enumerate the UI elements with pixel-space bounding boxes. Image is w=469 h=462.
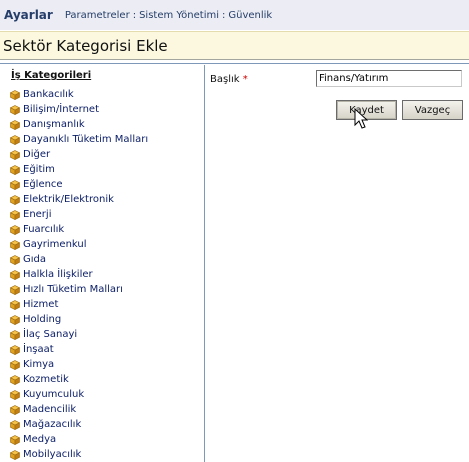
title-field-label: Başlık * (210, 74, 248, 85)
cube-icon (10, 164, 20, 175)
category-label: Mobilyacılık (23, 449, 82, 460)
cube-icon (10, 314, 20, 325)
cube-icon (10, 179, 20, 190)
category-label: Hizmet (23, 299, 59, 310)
category-panel: İş Kategorileri Bankacılık Bilişim/İntern… (0, 65, 205, 462)
form-panel: Başlık * Kaydet Vazgeç (205, 65, 469, 462)
page-title-bar: Sektör Kategorisi Ekle (0, 31, 469, 60)
category-item[interactable]: Gıda (10, 252, 148, 267)
category-item[interactable]: Kozmetik (10, 372, 148, 387)
cube-icon (10, 134, 20, 145)
mouse-pointer-icon (354, 108, 368, 129)
category-item[interactable]: İlaç Sanayi (10, 327, 148, 342)
category-label: Elektrik/Elektronik (23, 194, 114, 205)
category-item[interactable]: Mağazacılık (10, 417, 148, 432)
category-label: Bankacılık (23, 89, 74, 100)
category-label: Mağazacılık (23, 419, 82, 430)
cube-icon (10, 89, 20, 100)
category-item[interactable]: İnşaat (10, 342, 148, 357)
title-input[interactable] (316, 70, 462, 87)
category-item[interactable]: Holding (10, 312, 148, 327)
category-item[interactable]: Kimya (10, 357, 148, 372)
cube-icon (10, 284, 20, 295)
cube-icon (10, 389, 20, 400)
category-item[interactable]: Eğitim (10, 162, 148, 177)
cube-icon (10, 119, 20, 130)
page-title: Sektör Kategorisi Ekle (3, 36, 168, 55)
cube-icon (10, 344, 20, 355)
category-item[interactable]: Gayrimenkul (10, 237, 148, 252)
cube-icon (10, 104, 20, 115)
cube-icon (10, 404, 20, 415)
category-item[interactable]: Elektrik/Elektronik (10, 192, 148, 207)
cube-icon (10, 329, 20, 340)
category-item[interactable]: Fuarcılık (10, 222, 148, 237)
category-label: Kuyumculuk (23, 389, 85, 400)
category-label: Danışmanlık (23, 119, 85, 130)
category-item[interactable]: Bankacılık (10, 87, 148, 102)
cube-icon (10, 419, 20, 430)
category-label: Gayrimenkul (23, 239, 87, 250)
category-label: Medya (23, 434, 57, 445)
category-label: Madencilik (23, 404, 77, 415)
category-item[interactable]: Dayanıklı Tüketim Malları (10, 132, 148, 147)
category-label: Hızlı Tüketim Malları (23, 284, 123, 295)
breadcrumb-guvenlik[interactable]: Güvenlik (228, 10, 272, 21)
cancel-button[interactable]: Vazgeç (402, 100, 463, 120)
breadcrumb-parametreler[interactable]: Parametreler (65, 10, 130, 21)
category-label: Kozmetik (23, 374, 69, 385)
category-panel-heading: İş Kategorileri (11, 70, 92, 81)
category-label: Fuarcılık (23, 224, 65, 235)
category-label: Dayanıklı Tüketim Malları (23, 134, 149, 145)
cube-icon (10, 194, 20, 205)
breadcrumb-sistem-yonetimi[interactable]: Sistem Yönetimi (139, 10, 219, 21)
cube-icon (10, 209, 20, 220)
category-label: İlaç Sanayi (23, 329, 78, 340)
category-label: Bilişim/İnternet (23, 104, 100, 115)
category-item[interactable]: Madencilik (10, 402, 148, 417)
category-item[interactable]: Enerji (10, 207, 148, 222)
required-marker: * (242, 74, 248, 85)
category-item[interactable]: Bilişim/İnternet (10, 102, 148, 117)
app-name: Ayarlar (4, 8, 53, 22)
category-item[interactable]: Diğer (10, 147, 148, 162)
category-item[interactable]: Eğlence (10, 177, 148, 192)
category-label: Diğer (23, 149, 51, 160)
cube-icon (10, 299, 20, 310)
category-item[interactable]: Mobilyacılık (10, 447, 148, 462)
cube-icon (10, 359, 20, 370)
category-item[interactable]: Medya (10, 432, 148, 447)
category-label: Enerji (23, 209, 52, 220)
cube-icon (10, 374, 20, 385)
cube-icon (10, 149, 20, 160)
title-label-text: Başlık (210, 74, 240, 85)
top-navigation-bar: Ayarlar Parametreler : Sistem Yönetimi :… (0, 0, 469, 30)
cube-icon (10, 434, 20, 445)
category-list: Bankacılık Bilişim/İnternet Danışmanlık Day… (10, 87, 148, 462)
category-item[interactable]: Halkla İlişkiler (10, 267, 148, 282)
category-label: İnşaat (23, 344, 54, 355)
category-item[interactable]: Danışmanlık (10, 117, 148, 132)
cube-icon (10, 269, 20, 280)
category-item[interactable]: Hizmet (10, 297, 148, 312)
cube-icon (10, 254, 20, 265)
cube-icon (10, 449, 20, 460)
breadcrumb-separator: : (222, 9, 226, 21)
breadcrumb-separator: : (132, 9, 137, 21)
category-label: Eğitim (23, 164, 55, 175)
category-label: Kimya (23, 359, 55, 370)
category-label: Holding (23, 314, 62, 325)
category-label: Gıda (23, 254, 47, 265)
category-item[interactable]: Kuyumculuk (10, 387, 148, 402)
main-content: İş Kategorileri Bankacılık Bilişim/İntern… (0, 63, 469, 462)
category-label: Halkla İlişkiler (23, 269, 93, 280)
category-item[interactable]: Hızlı Tüketim Malları (10, 282, 148, 297)
category-label: Eğlence (23, 179, 63, 190)
cube-icon (10, 224, 20, 235)
cube-icon (10, 239, 20, 250)
